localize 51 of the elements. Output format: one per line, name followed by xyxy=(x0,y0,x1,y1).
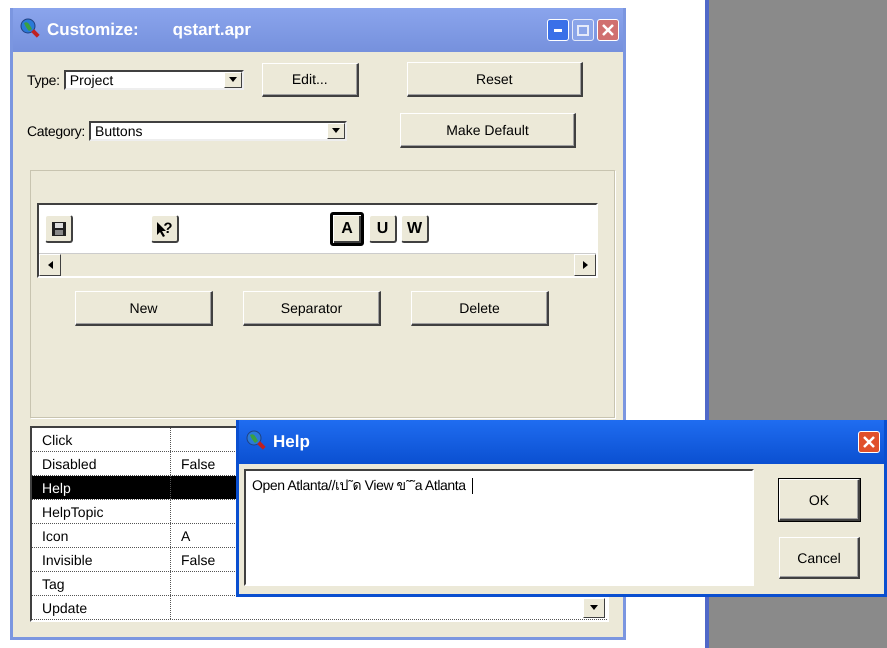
dropdown-arrow-icon xyxy=(590,605,598,610)
left-arrow-icon xyxy=(48,261,52,269)
cancel-button[interactable]: Cancel xyxy=(779,537,860,579)
field-label: Type: xyxy=(27,72,60,88)
save-tool-button[interactable] xyxy=(45,215,73,243)
minimize-icon xyxy=(554,28,562,32)
scroll-right-button[interactable] xyxy=(574,254,596,276)
close-icon xyxy=(863,436,875,448)
property-name: Click xyxy=(32,428,171,451)
make-default-button[interactable]: Make Default xyxy=(400,113,576,148)
dropdown-field[interactable]: Buttons xyxy=(89,120,347,140)
property-name: Update xyxy=(32,596,171,619)
close-button[interactable] xyxy=(858,431,880,453)
property-value: A xyxy=(181,528,190,544)
field-label: Category: xyxy=(27,122,85,138)
letter-tool-button[interactable]: U xyxy=(369,215,397,243)
document-name: qstart.apr xyxy=(172,20,252,40)
app-globe-icon xyxy=(245,428,267,450)
right-arrow-icon xyxy=(582,261,588,269)
help-text-field[interactable]: Open Atlanta//เป˜ด View ข˜˜a Atlanta xyxy=(244,469,754,586)
ok-button[interactable]: OK xyxy=(779,479,860,521)
property-value: False xyxy=(181,456,216,472)
action-button[interactable]: Delete xyxy=(411,291,549,326)
help-text-value: Open Atlanta//เป˜ด View ข˜˜a Atlanta xyxy=(252,477,466,493)
dropdown-arrow-icon xyxy=(228,77,237,82)
reset-button[interactable]: Reset xyxy=(406,62,583,97)
property-value: False xyxy=(181,552,216,568)
app-globe-icon xyxy=(19,16,41,38)
action-button[interactable]: New xyxy=(75,291,213,326)
action-button[interactable]: Separator xyxy=(243,291,381,326)
letter-tool-button[interactable]: W xyxy=(401,215,429,243)
property-name: HelpTopic xyxy=(32,500,171,523)
window-title: Help xyxy=(273,432,310,452)
dropdown-arrow-icon xyxy=(332,128,340,133)
help-tool-button[interactable]: ? xyxy=(151,215,179,243)
property-name: Disabled xyxy=(32,452,171,475)
window-title: Customize: xyxy=(47,20,139,40)
scroll-left-button[interactable] xyxy=(39,254,61,276)
letter-tool-button[interactable]: A xyxy=(330,212,364,246)
property-name: Invisible xyxy=(32,548,171,571)
dropdown-button[interactable] xyxy=(583,598,605,618)
close-icon xyxy=(602,24,614,36)
dropdown-field[interactable]: Project xyxy=(64,70,244,90)
edit-button[interactable]: Edit... xyxy=(262,62,359,96)
horizontal-scrollbar[interactable] xyxy=(39,253,596,276)
property-name: Tag xyxy=(32,572,171,595)
close-button[interactable] xyxy=(597,19,619,41)
maximize-icon xyxy=(577,24,589,36)
property-name: Icon xyxy=(32,524,171,547)
property-name: Help xyxy=(32,476,171,499)
minimize-button[interactable] xyxy=(547,19,569,41)
